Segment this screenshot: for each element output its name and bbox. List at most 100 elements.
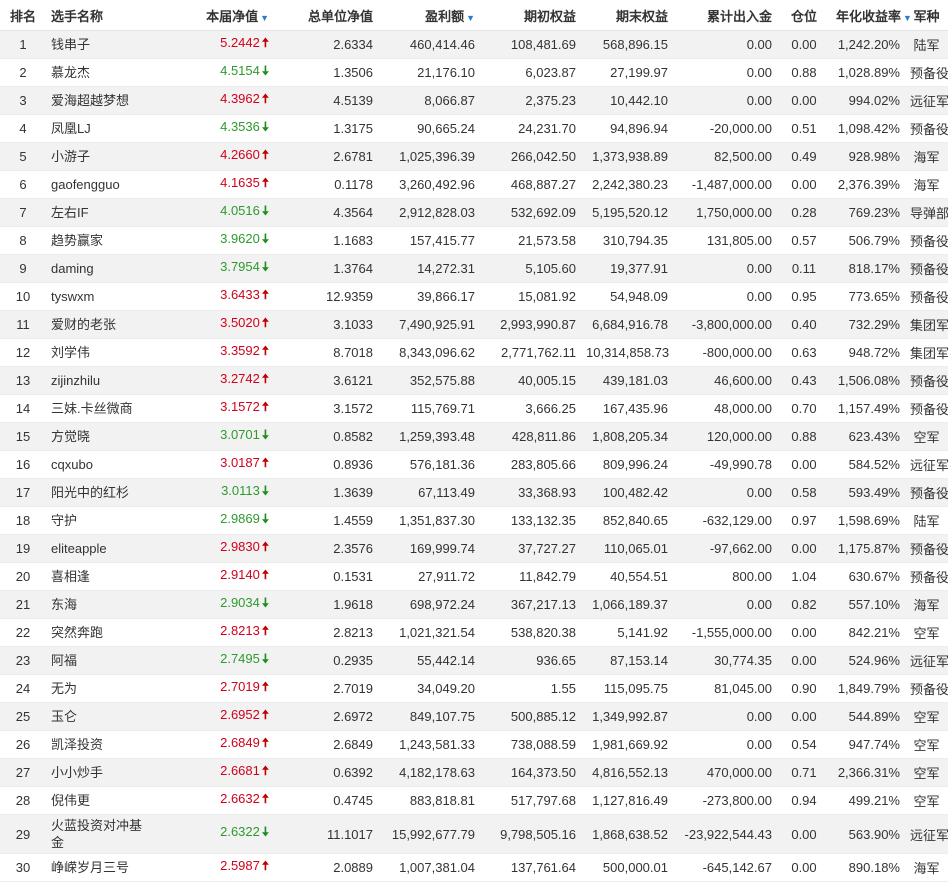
final-equity-cell: 6,684,916.78: [581, 310, 673, 339]
profit-cell: 1,025,396.39: [378, 142, 480, 171]
player-name-link[interactable]: 方觉晓: [46, 422, 154, 451]
player-name-link[interactable]: 左右IF: [46, 198, 154, 227]
rank-cell: 30: [0, 853, 46, 882]
rank-cell: 29: [0, 814, 46, 854]
profit-cell: 8,343,096.62: [378, 338, 480, 367]
player-name-link[interactable]: 倪伟更: [46, 786, 154, 815]
profit-cell: 67,113.49: [378, 478, 480, 507]
table-row: 28 倪伟更 2.6632 🠅 0.4745 883,818.81 517,797.68 1,…: [0, 786, 948, 815]
unit-nav-cell: 1.3639: [274, 478, 378, 507]
player-name-link[interactable]: 守护: [46, 506, 154, 535]
header-profit[interactable]: 盈利额 ▼: [378, 0, 480, 31]
player-name-link[interactable]: tyswxm: [46, 282, 154, 311]
final-equity-cell: 1,066,189.37: [581, 590, 673, 619]
player-name-link[interactable]: 慕龙杰: [46, 58, 154, 87]
unit-nav-cell: 1.1683: [274, 226, 378, 255]
cum-flow-cell: -97,662.00: [673, 534, 777, 563]
ranking-table: 排名 选手名称 本届净值 ▼ 总单位净值 盈利额 ▼ 期初权益 期末权益 累计出入金…: [0, 0, 948, 882]
final-equity-cell: 54,948.09: [581, 282, 673, 311]
cum-flow-cell: 0.00: [673, 702, 777, 731]
final-equity-cell: 19,377.91: [581, 254, 673, 283]
player-name-link[interactable]: 东海: [46, 590, 154, 619]
profit-cell: 7,490,925.91: [378, 310, 480, 339]
unit-nav-cell: 2.6849: [274, 730, 378, 759]
unit-nav-cell: 0.1531: [274, 562, 378, 591]
arrow-up-icon: 🠅: [261, 762, 269, 778]
army-cell: 预备役: [905, 254, 948, 283]
nav-value: 2.6952: [220, 706, 260, 722]
player-name-link[interactable]: 凤凰LJ: [46, 114, 154, 143]
cum-flow-cell: 131,805.00: [673, 226, 777, 255]
unit-nav-cell: 0.6392: [274, 758, 378, 787]
player-name-link[interactable]: 爱财的老张: [46, 310, 154, 339]
nav-cell: 4.5154 🠇: [154, 58, 274, 87]
player-name-link[interactable]: 凯泽投资: [46, 730, 154, 759]
player-name-link[interactable]: 钱串子: [46, 30, 154, 59]
position-cell: 0.82: [777, 590, 831, 619]
initial-equity-cell: 517,797.68: [480, 786, 581, 815]
nav-cell: 4.0516 🠇: [154, 198, 274, 227]
player-name-link[interactable]: cqxubo: [46, 450, 154, 479]
position-cell: 0.88: [777, 58, 831, 87]
player-name-link[interactable]: zijinzhilu: [46, 366, 154, 395]
position-cell: 0.28: [777, 198, 831, 227]
player-name-link[interactable]: 喜相逢: [46, 562, 154, 591]
player-name-link[interactable]: 突然奔跑: [46, 618, 154, 647]
header-annual-return[interactable]: 年化收益率 ▼: [831, 0, 912, 31]
position-cell: 0.54: [777, 730, 831, 759]
nav-value: 4.3536: [220, 118, 260, 134]
sort-down-icon[interactable]: ▼: [466, 13, 475, 23]
header-nav[interactable]: 本届净值 ▼: [154, 0, 274, 31]
player-name-link[interactable]: gaofengguo: [46, 170, 154, 199]
player-name-link[interactable]: 趋势赢家: [46, 226, 154, 255]
player-name-link[interactable]: eliteapple: [46, 534, 154, 563]
profit-cell: 2,912,828.03: [378, 198, 480, 227]
cum-flow-cell: 0.00: [673, 86, 777, 115]
player-name-link[interactable]: 小小炒手: [46, 758, 154, 787]
final-equity-cell: 167,435.96: [581, 394, 673, 423]
profit-cell: 27,911.72: [378, 562, 480, 591]
position-cell: 0.51: [777, 114, 831, 143]
unit-nav-cell: 0.4745: [274, 786, 378, 815]
player-name-link[interactable]: 小游子: [46, 142, 154, 171]
nav-cell: 3.9620 🠇: [154, 226, 274, 255]
army-cell: 陆军: [905, 30, 948, 59]
player-name-link[interactable]: 火蓝投资对冲基金: [46, 814, 154, 854]
rank-cell: 27: [0, 758, 46, 787]
position-cell: 0.90: [777, 674, 831, 703]
header-rank: 排名: [0, 0, 46, 31]
unit-nav-cell: 2.6781: [274, 142, 378, 171]
player-name-link[interactable]: 无为: [46, 674, 154, 703]
cum-flow-cell: 0.00: [673, 254, 777, 283]
sort-down-icon[interactable]: ▼: [260, 13, 269, 23]
rank-cell: 26: [0, 730, 46, 759]
header-position: 仓位: [777, 0, 831, 31]
position-cell: 0.57: [777, 226, 831, 255]
army-cell: 远征军: [905, 86, 948, 115]
table-row: 19 eliteapple 2.9830 🠅 2.3576 169,999.74 37,72…: [0, 534, 948, 563]
annual-return-cell: 563.90%: [831, 814, 905, 854]
cum-flow-cell: -20,000.00: [673, 114, 777, 143]
player-name-link[interactable]: 峥嵘岁月三号: [46, 853, 154, 882]
sort-down-icon[interactable]: ▼: [903, 13, 912, 23]
player-name-link[interactable]: 玉仑: [46, 702, 154, 731]
rank-cell: 1: [0, 30, 46, 59]
arrow-down-icon: 🠇: [261, 202, 269, 218]
unit-nav-cell: 4.5139: [274, 86, 378, 115]
nav-value: 4.0516: [220, 202, 260, 218]
player-name-link[interactable]: 阿福: [46, 646, 154, 675]
player-name-link[interactable]: daming: [46, 254, 154, 283]
unit-nav-cell: 4.3564: [274, 198, 378, 227]
player-name-link[interactable]: 阳光中的红杉: [46, 478, 154, 507]
unit-nav-cell: 11.1017: [274, 814, 378, 854]
cum-flow-cell: 81,045.00: [673, 674, 777, 703]
player-name-link[interactable]: 爱海超越梦想: [46, 86, 154, 115]
rank-cell: 4: [0, 114, 46, 143]
position-cell: 0.00: [777, 646, 831, 675]
annual-return-cell: 499.21%: [831, 786, 905, 815]
player-name-link[interactable]: 刘学伟: [46, 338, 154, 367]
player-name-link[interactable]: 三妹.卡丝微商: [46, 394, 154, 423]
army-cell: 海军: [905, 590, 948, 619]
annual-return-cell: 2,366.31%: [831, 758, 905, 787]
position-cell: 0.71: [777, 758, 831, 787]
